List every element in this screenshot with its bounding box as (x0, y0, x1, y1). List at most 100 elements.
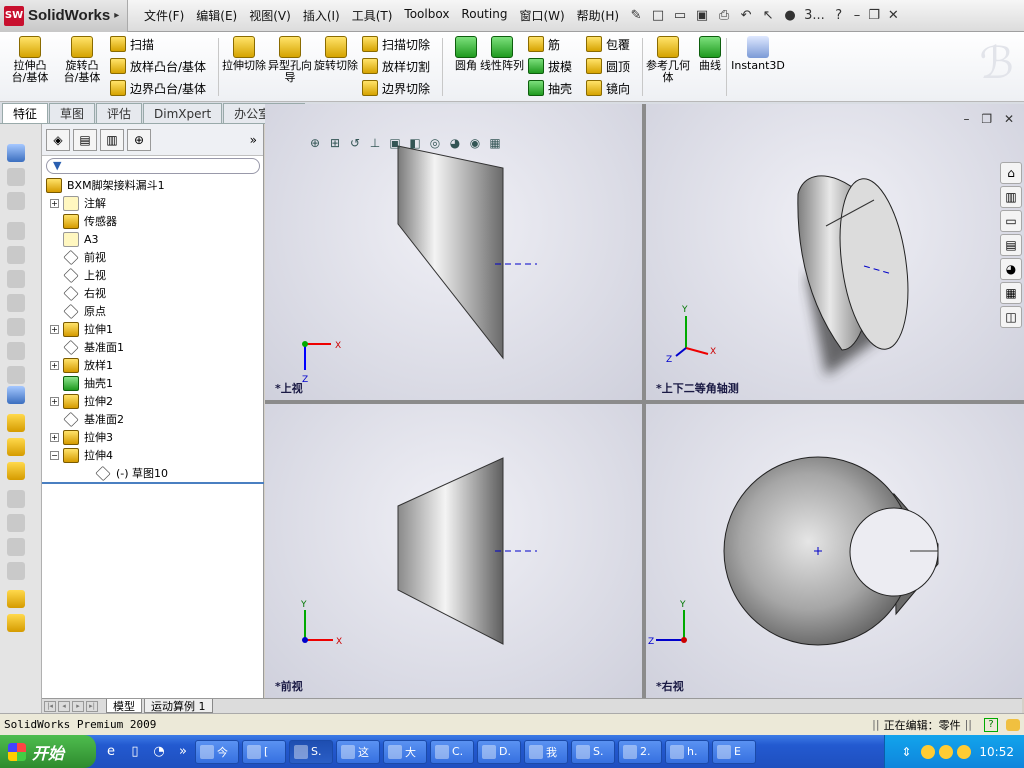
rebuild-traffic-light-icon[interactable]: ● (782, 8, 798, 24)
menu-item[interactable]: 窗口(W) (513, 7, 570, 24)
ie-quicklaunch-icon[interactable]: e (102, 743, 120, 761)
tab-2[interactable]: 评估 (96, 103, 143, 123)
extrude-boss-button[interactable]: 拉伸凸台/基体 (8, 36, 52, 84)
menu-item[interactable]: 帮助(H) (571, 7, 625, 24)
tool-disabled-icon[interactable] (7, 366, 25, 384)
shell-button[interactable]: 抽壳 (528, 78, 572, 98)
print-icon[interactable]: ⎙ (716, 8, 732, 24)
boundary-boss-button[interactable]: 边界凸台/基体 (110, 78, 206, 98)
zoom-to-fit-icon[interactable]: ⊕ (305, 134, 325, 152)
taskbar-button[interactable]: S. (571, 739, 615, 764)
section-view-icon[interactable]: ⊥ (365, 134, 385, 152)
close-icon[interactable]: ✕ (888, 8, 899, 23)
hole-wizard-button[interactable]: 异型孔向导 (268, 36, 312, 84)
menu-item[interactable]: Routing (455, 7, 513, 24)
menu-item[interactable]: 编辑(E) (190, 7, 243, 24)
sketch-tool-icon[interactable] (7, 144, 25, 162)
bottom-tab-1[interactable]: 运动算例 1 (144, 699, 213, 713)
configuration-manager-tab-icon[interactable]: ▥ (100, 128, 124, 151)
viewport-right[interactable]: Y Z *右视 (646, 404, 1024, 698)
tool-disabled-icon[interactable] (7, 246, 25, 264)
tag-icon[interactable] (1006, 718, 1020, 731)
quicklaunch-more-icon[interactable]: » (174, 743, 192, 761)
dimxpert-manager-tab-icon[interactable]: ⊕ (127, 128, 151, 151)
help-icon[interactable]: ? (831, 8, 847, 24)
property-manager-tab-icon[interactable]: ▤ (73, 128, 97, 151)
tree-root-part[interactable]: BXM脚架接料漏斗1 (46, 176, 165, 194)
solidworks-resources-icon[interactable]: ⌂ (1000, 162, 1022, 184)
viewport-top[interactable]: X Z ⊕ ⊞ ↺ ⊥ ▣ ◧ ◎ ◕ ◉ ▦ *上视 (265, 104, 642, 400)
apply-scene-icon[interactable]: ◉ (465, 134, 485, 152)
tab-last-icon[interactable]: ▸| (86, 700, 98, 712)
menu-item[interactable]: 文件(F) (138, 7, 190, 24)
menu-item[interactable]: 视图(V) (243, 7, 297, 24)
taskbar-button[interactable]: 大 (383, 739, 427, 764)
desktop-quicklaunch-icon[interactable]: ▯ (126, 743, 144, 761)
tree-node[interactable]: +前视 (50, 248, 106, 266)
tree-node[interactable]: +基准面2 (50, 410, 124, 428)
view-settings-icon[interactable]: ▦ (485, 134, 505, 152)
taskbar-button[interactable]: 这 (336, 739, 380, 764)
tree-node[interactable]: + 注解 (50, 194, 106, 212)
linear-pattern-button[interactable]: 线性阵列 (480, 36, 524, 72)
taskbar-button[interactable]: 2. (618, 739, 662, 764)
tree-node[interactable]: +抽壳1 (50, 374, 113, 392)
tree-node[interactable]: + 拉伸2 (50, 392, 113, 410)
viewport-restore-icon[interactable]: ❐ (981, 112, 992, 126)
view-palette-icon[interactable]: ▤ (1000, 234, 1022, 256)
pattern-tool-icon[interactable] (7, 462, 25, 480)
zoom-area-icon[interactable]: ⊞ (325, 134, 345, 152)
tray-app-icon[interactable] (921, 744, 936, 759)
tab-1[interactable]: 草图 (49, 103, 96, 123)
tree-node[interactable]: − 拉伸4 (50, 446, 113, 464)
tool-disabled-icon[interactable] (7, 318, 25, 336)
revolve-tool-icon[interactable] (7, 438, 25, 456)
expand-toggle-icon[interactable]: + (50, 396, 59, 406)
funnel-small-opening[interactable] (849, 507, 939, 597)
expand-toggle-icon[interactable]: + (50, 432, 59, 442)
viewport-isometric[interactable]: Y X Z – ❐ ✕ ⌂ ▥ ▭ ▤ ◕ ▦ ◫ *上下二等角轴测 (646, 104, 1024, 400)
revolve-boss-button[interactable]: 旋转凸台/基体 (60, 36, 104, 84)
tree-node[interactable]: +原点 (50, 302, 106, 320)
qq-tray-icon[interactable] (939, 744, 954, 759)
expand-toggle-icon[interactable]: + (50, 360, 59, 370)
mirror-button[interactable]: 镜向 (586, 78, 630, 98)
tool-disabled-icon[interactable] (7, 490, 25, 508)
taskbar-button[interactable]: E (712, 739, 756, 764)
design-library-icon[interactable]: ▥ (1000, 186, 1022, 208)
tab-next-icon[interactable]: ▸ (72, 700, 84, 712)
view-orientation-icon[interactable]: ▣ (385, 134, 405, 152)
tool-disabled-icon[interactable] (7, 342, 25, 360)
document-recovery-icon[interactable]: ◫ (1000, 306, 1022, 328)
tab-3[interactable]: DimXpert (143, 103, 223, 123)
tool-disabled-icon[interactable] (7, 168, 25, 186)
sweep-cut-button[interactable]: 扫描切除 (362, 34, 430, 54)
menu-item[interactable]: 插入(I) (297, 7, 346, 24)
funnel-front-surface[interactable] (397, 457, 504, 645)
tree-filter-input[interactable]: ▼ (46, 158, 260, 174)
custom-properties-icon[interactable]: ▦ (1000, 282, 1022, 304)
taskbar-button[interactable]: S. (289, 739, 333, 764)
instant3d-button[interactable]: Instant3D (730, 36, 786, 72)
extrude-cut-button[interactable]: 拉伸切除 (222, 36, 266, 72)
render-tool-icon[interactable] (7, 614, 25, 632)
revolve-cut-button[interactable]: 旋转切除 (314, 36, 358, 72)
taskbar-button[interactable]: D. (477, 739, 521, 764)
pin-icon[interactable]: ✎ (628, 8, 644, 24)
qq-tray-icon[interactable] (957, 744, 972, 759)
appearance-tool-icon[interactable] (7, 590, 25, 608)
viewport-close-icon[interactable]: ✕ (1004, 112, 1014, 126)
expand-toggle-icon[interactable]: + (50, 198, 59, 208)
tool-disabled-icon[interactable] (7, 562, 25, 580)
tool-disabled-icon[interactable] (7, 294, 25, 312)
sweep-button[interactable]: 扫描 (110, 34, 154, 54)
tab-first-icon[interactable]: |◂ (44, 700, 56, 712)
reference-geometry-button[interactable]: 参考几何体 (646, 36, 690, 84)
tray-scroll-icon[interactable]: ⇕ (901, 745, 911, 759)
tool-disabled-icon[interactable] (7, 514, 25, 532)
save-icon[interactable]: ▣ (694, 8, 710, 24)
loft-boss-button[interactable]: 放样凸台/基体 (110, 56, 206, 76)
taskbar-button[interactable]: C. (430, 739, 474, 764)
tree-node[interactable]: +A3 (50, 230, 99, 248)
viewport-front[interactable]: Y X *前视 (265, 404, 642, 698)
